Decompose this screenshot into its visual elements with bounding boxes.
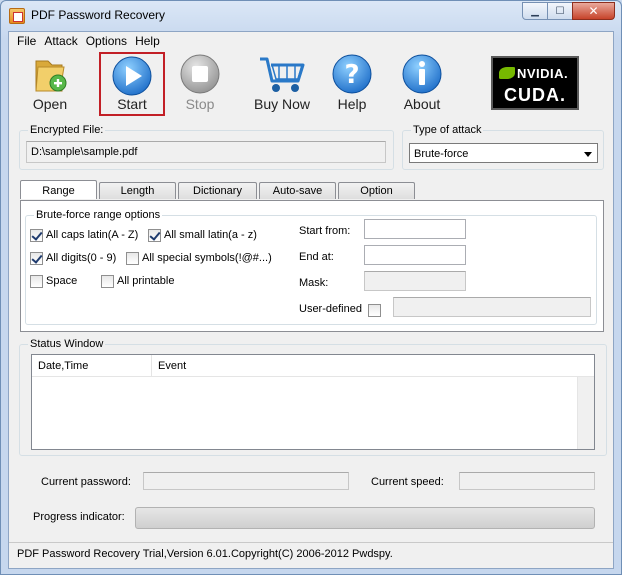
app-window: PDF Password Recovery ▁ ☐ ✕ File Attack … [0, 0, 622, 575]
caps-latin-check[interactable] [30, 228, 43, 242]
chevron-down-icon [584, 152, 592, 157]
app-icon [9, 8, 25, 24]
space-checkbox[interactable]: Space [30, 274, 77, 288]
printable-label: All printable [117, 275, 175, 287]
progress-bar [135, 507, 595, 529]
special-symbols-checkbox[interactable]: All special symbols(!@#...) [126, 251, 272, 265]
client-area: File Attack Options Help Open Start Stop… [8, 31, 614, 569]
menu-options[interactable]: Options [83, 32, 132, 50]
maximize-icon: ☐ [555, 5, 565, 17]
minimize-icon: ▁ [531, 5, 539, 17]
nvidia-brand-text: NVIDIA. [517, 66, 569, 81]
current-password-label: Current password: [41, 476, 131, 488]
user-defined-check[interactable] [368, 303, 381, 317]
about-button[interactable]: About [389, 52, 455, 116]
tab-auto-save[interactable]: Auto-save [259, 182, 336, 199]
end-at-input[interactable] [364, 245, 466, 265]
user-defined-label: User-defined [299, 303, 362, 315]
attack-type-value: Brute-force [414, 148, 469, 160]
toolbar: Open Start Stop Buy Now ? Help About NVI… [9, 52, 613, 118]
mask-label: Mask: [299, 277, 329, 289]
range-tab-panel: Brute-force range options All caps latin… [20, 200, 604, 332]
about-label: About [403, 96, 441, 112]
space-label: Space [46, 275, 78, 287]
current-speed-label: Current speed: [371, 476, 444, 488]
column-event[interactable]: Event [152, 355, 582, 377]
brute-force-range-label: Brute-force range options [34, 209, 163, 221]
question-mark-icon: ? [332, 54, 372, 94]
tab-option[interactable]: Option [338, 182, 415, 199]
menu-help[interactable]: Help [132, 32, 165, 50]
status-list[interactable]: Date,Time Event [31, 354, 595, 450]
start-button[interactable]: Start [99, 52, 165, 116]
tab-strip: Range Length Dictionary Auto-save Option [20, 180, 417, 200]
play-icon [112, 56, 152, 96]
attack-type-group: Type of attack Brute-force [402, 124, 604, 170]
nvidia-eye-icon [499, 67, 515, 79]
folder-icon [35, 60, 67, 92]
title-bar[interactable]: PDF Password Recovery ▁ ☐ ✕ [1, 1, 621, 31]
special-symbols-check[interactable] [126, 251, 139, 265]
user-defined-input[interactable] [393, 297, 591, 317]
printable-check[interactable] [101, 274, 114, 288]
window-title: PDF Password Recovery [31, 8, 166, 22]
close-icon: ✕ [588, 4, 599, 18]
close-button[interactable]: ✕ [572, 2, 615, 20]
column-date-time[interactable]: Date,Time [32, 355, 152, 377]
maximize-button[interactable]: ☐ [547, 2, 573, 20]
encrypted-file-field[interactable]: D:\sample\sample.pdf [26, 141, 386, 163]
svg-text:?: ? [344, 60, 359, 90]
buy-now-label: Buy Now [253, 96, 311, 112]
tab-range[interactable]: Range [20, 180, 97, 199]
printable-checkbox[interactable]: All printable [101, 274, 174, 288]
attack-type-label: Type of attack [411, 124, 484, 136]
brute-force-range-group: Brute-force range options All caps latin… [25, 209, 597, 325]
current-password-field [143, 472, 349, 490]
special-symbols-label: All special symbols(!@#...) [142, 252, 272, 264]
info-icon [402, 54, 442, 94]
nvidia-cuda-logo: NVIDIA. CUDA. [491, 56, 579, 110]
help-label: Help [337, 96, 367, 112]
digits-label: All digits(0 - 9) [46, 252, 117, 264]
open-label: Open [32, 96, 68, 112]
mask-input[interactable] [364, 271, 466, 291]
tab-length[interactable]: Length [99, 182, 176, 199]
menu-attack[interactable]: Attack [41, 32, 82, 50]
small-latin-label: All small latin(a - z) [164, 229, 257, 241]
open-button[interactable]: Open [17, 52, 83, 116]
space-check[interactable] [30, 274, 43, 288]
status-list-scrollbar[interactable] [577, 377, 594, 449]
menu-file[interactable]: File [14, 32, 41, 50]
status-list-header: Date,Time Event [32, 355, 594, 377]
help-button[interactable]: ? Help [319, 52, 385, 116]
start-from-label: Start from: [299, 225, 351, 237]
digits-checkbox[interactable]: All digits(0 - 9) [30, 251, 116, 265]
buy-now-button[interactable]: Buy Now [249, 52, 315, 116]
caps-latin-checkbox[interactable]: All caps latin(A - Z) [30, 228, 138, 242]
status-window-label: Status Window [28, 338, 106, 350]
user-defined-checkbox[interactable] [368, 303, 384, 317]
start-label: Start [117, 96, 147, 112]
encrypted-file-label: Encrypted File: [28, 124, 106, 136]
stop-label: Stop [185, 96, 215, 112]
menu-bar: File Attack Options Help [9, 32, 613, 50]
small-latin-check[interactable] [148, 228, 161, 242]
stop-button[interactable]: Stop [167, 52, 233, 116]
cuda-text: CUDA. [504, 85, 566, 105]
caps-latin-label: All caps latin(A - Z) [46, 229, 139, 241]
attack-type-select[interactable]: Brute-force [409, 143, 598, 163]
caption-buttons: ▁ ☐ ✕ [522, 2, 615, 20]
progress-indicator-label: Progress indicator: [33, 511, 125, 523]
end-at-label: End at: [299, 251, 334, 263]
shopping-cart-icon [260, 57, 305, 92]
current-speed-field [459, 472, 595, 490]
small-latin-checkbox[interactable]: All small latin(a - z) [148, 228, 257, 242]
tab-dictionary[interactable]: Dictionary [178, 182, 257, 199]
digits-check[interactable] [30, 251, 43, 265]
minimize-button[interactable]: ▁ [522, 2, 548, 20]
stop-icon [180, 54, 220, 94]
encrypted-file-group: Encrypted File: D:\sample\sample.pdf [19, 124, 394, 170]
start-from-input[interactable] [364, 219, 466, 239]
status-bar: PDF Password Recovery Trial,Version 6.01… [9, 542, 613, 568]
